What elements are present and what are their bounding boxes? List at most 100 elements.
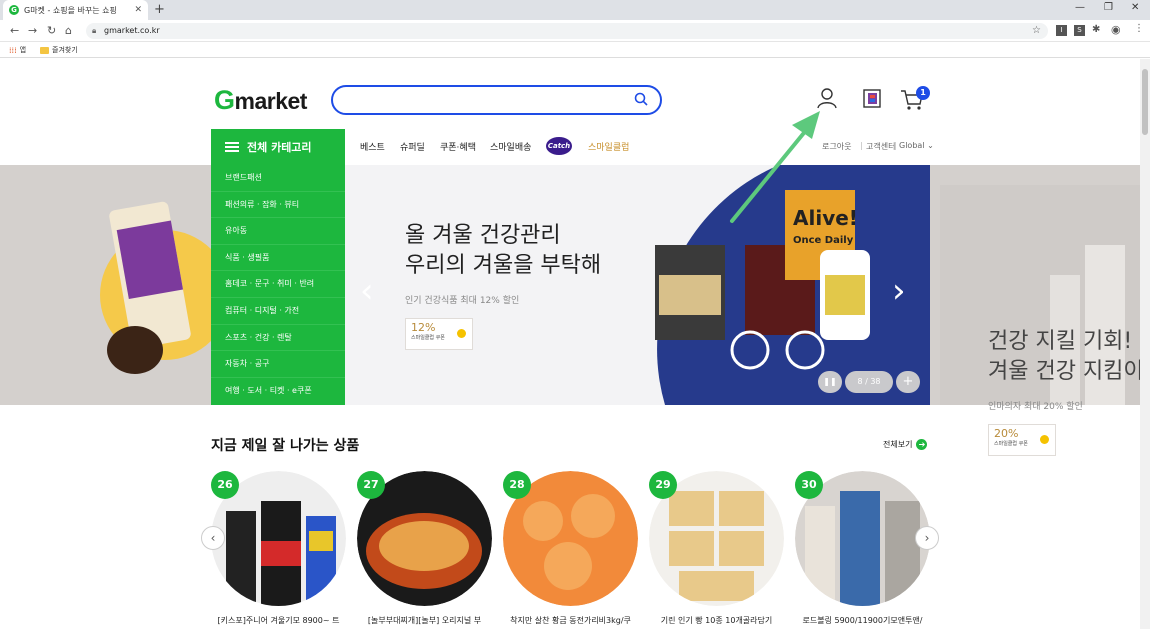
home-icon[interactable]: ⌂ <box>65 24 72 37</box>
recent-items-icon[interactable] <box>862 87 884 109</box>
address-bar-row: ← → ↻ ⌂ 🔒︎ gmarket.co.kr ☆ I S ✱ ◉ ⋮ <box>0 20 1150 42</box>
gmarket-logo[interactable]: Gmarket <box>214 85 307 116</box>
extensions-puzzle-icon[interactable]: ✱ <box>1092 24 1100 35</box>
close-tab-icon[interactable]: ✕ <box>134 5 142 15</box>
arrow-right-icon: ➔ <box>916 439 928 450</box>
hero-title: 올 겨울 건강관리 우리의 겨울을 부탁해 <box>405 221 601 281</box>
bookmark-favorites[interactable]: 즐겨찾기 <box>40 45 78 55</box>
next-banner-title-line: 건강 지킬 기회! <box>988 329 1133 354</box>
restore-icon[interactable]: ❐ <box>1104 2 1113 13</box>
next-coupon-badge: 20% 스마일클럽 쿠폰 <box>988 424 1056 456</box>
hero-pager: ❚❚ 8 / 38 + <box>818 371 920 393</box>
rank-badge: 30 <box>795 471 823 499</box>
chevron-right-icon: › <box>924 531 930 545</box>
coupon-value: 12% <box>411 321 436 334</box>
rank-badge: 28 <box>503 471 531 499</box>
expand-plus-icon[interactable]: + <box>896 371 920 393</box>
category-item[interactable]: 브랜드패션 <box>211 165 345 192</box>
scrollbar-thumb[interactable] <box>1142 69 1148 135</box>
global-label: Global <box>899 141 925 150</box>
browser-tab-bar: G G마켓 - 쇼핑을 바꾸는 쇼핑 ✕ + — ❐ ✕ <box>0 0 1150 20</box>
all-categories-button[interactable]: 전체 카테고리 <box>211 129 345 165</box>
product-name[interactable]: [키스포]주니어 겨울기모 8900~ 트 <box>211 615 346 626</box>
search-input[interactable] <box>331 85 662 115</box>
extension-icon[interactable]: I <box>1056 25 1067 36</box>
rank-badge: 26 <box>211 471 239 499</box>
all-categories-label: 전체 카테고리 <box>247 141 312 154</box>
new-tab-icon[interactable]: + <box>154 2 165 17</box>
bookmark-apps[interactable]: ⁞⁞⁞ 앱 <box>9 45 26 55</box>
category-item[interactable]: 여행 · 도서 · 티켓 · e쿠폰 <box>211 378 345 405</box>
bookmarks-bar: ⁞⁞⁞ 앱 즐겨찾기 <box>0 42 1150 58</box>
nav-catch-logo[interactable]: Catch <box>546 137 572 155</box>
view-all-link[interactable]: 전체보기 ➔ <box>883 439 928 450</box>
cart-count-badge: 1 <box>916 86 930 100</box>
product-name[interactable]: 로드볼링 5900/11900기모앤투앤/ <box>795 615 930 626</box>
customer-center-link[interactable]: 고객센터 <box>866 141 895 152</box>
coupon-badge: 12% 스마일클럽 쿠폰 <box>405 318 473 350</box>
minimize-icon[interactable]: — <box>1075 2 1085 13</box>
page-scrollbar[interactable] <box>1140 59 1150 629</box>
search-icon[interactable] <box>634 92 648 106</box>
section-title: 지금 제일 잘 나가는 상품 <box>211 438 360 454</box>
next-banner-subtitle: 인마의자 최대 20% 할인 <box>988 402 1083 412</box>
category-item[interactable]: 유아동 <box>211 218 345 245</box>
util-divider: | <box>860 141 863 150</box>
util-divider: | <box>894 141 897 150</box>
coupon-logo-icon <box>1040 435 1049 444</box>
category-item[interactable]: 스포츠 · 건강 · 렌탈 <box>211 325 345 352</box>
view-all-label: 전체보기 <box>883 440 913 449</box>
next-banner-title: 건강 지킬 기회! 겨울 건강 지킴이 <box>988 327 1140 387</box>
product-name[interactable]: [놀부부대찌개][놀부] 오리지널 부 <box>357 615 492 626</box>
product-name[interactable]: 기린 인기 빵 10종 10개골라담기 <box>649 615 784 626</box>
url-text: gmarket.co.kr <box>104 26 160 35</box>
pause-icon[interactable]: ❚❚ <box>818 371 842 393</box>
folder-icon <box>40 46 49 54</box>
category-list: 브랜드패션 패션의류 · 잡화 · 뷰티 유아동 식품 · 생필품 홈데코 · … <box>211 165 345 405</box>
nav-smile-delivery[interactable]: 스마일배송 <box>490 140 531 153</box>
browser-tab[interactable]: G G마켓 - 쇼핑을 바꾸는 쇼핑 ✕ <box>3 0 148 20</box>
category-item[interactable]: 자동차 · 공구 <box>211 351 345 378</box>
menu-kebab-icon[interactable]: ⋮ <box>1134 23 1144 34</box>
gmarket-favicon-icon: G <box>9 5 19 15</box>
coupon-logo-icon <box>457 329 466 338</box>
category-item[interactable]: 패션의류 · 잡화 · 뷰티 <box>211 192 345 219</box>
coupon-value: 20% <box>994 427 1019 440</box>
back-icon[interactable]: ← <box>10 24 19 37</box>
logo-g: G <box>214 85 235 115</box>
reload-icon[interactable]: ↻ <box>47 24 56 37</box>
chevron-left-icon: ‹ <box>210 531 216 545</box>
nav-coupon[interactable]: 쿠폰·혜택 <box>440 140 476 153</box>
window-close-icon[interactable]: ✕ <box>1131 2 1139 13</box>
apps-grid-icon: ⁞⁞⁞ <box>9 45 17 55</box>
carousel-next-button[interactable]: › <box>915 526 939 550</box>
logo-text: market <box>234 88 308 114</box>
forward-icon[interactable]: → <box>28 24 37 37</box>
next-banner-title-line: 겨울 건강 지킴이 <box>988 359 1140 384</box>
carousel-prev-button[interactable]: ‹ <box>201 526 225 550</box>
hero-subtitle: 인기 건강식품 최대 12% 할인 <box>405 296 520 306</box>
hero-next-arrow-icon[interactable]: › <box>892 271 906 311</box>
extension-icon[interactable]: S <box>1074 25 1085 36</box>
profile-icon[interactable]: ◉ <box>1111 23 1121 36</box>
url-field[interactable]: 🔒︎ gmarket.co.kr <box>86 23 1048 39</box>
hero-title-line: 올 겨울 건강관리 <box>405 223 561 248</box>
gmarket-page: Gmarket 1 전체 카테고리 베스트 슈퍼딜 쿠폰·혜택 스마일배송 스마… <box>0 59 1140 629</box>
category-item[interactable]: 컴퓨터 · 디지털 · 가전 <box>211 298 345 325</box>
hamburger-icon <box>225 142 239 152</box>
global-link[interactable]: Global ⌄ <box>899 141 934 150</box>
hero-banner-slide[interactable]: Alive! Once Daily <box>345 165 930 405</box>
nav-smile-club[interactable]: 스마일클럽 <box>588 140 629 153</box>
product-name[interactable]: 착지만 살찬 황금 동전가리비3kg/쿠 <box>503 615 638 626</box>
slide-counter: 8 / 38 <box>845 371 893 393</box>
bookmark-star-icon[interactable]: ☆ <box>1032 25 1041 36</box>
nav-superdeal[interactable]: 슈퍼딜 <box>400 140 425 153</box>
chevron-down-icon: ⌄ <box>927 141 934 150</box>
category-item[interactable]: 식품 · 생필품 <box>211 245 345 272</box>
category-item[interactable]: 홈데코 · 문구 · 취미 · 반려 <box>211 271 345 298</box>
product-line-text: Once Daily <box>793 235 854 246</box>
bookmark-label: 앱 <box>19 46 27 54</box>
tab-title: G마켓 - 쇼핑을 바꾸는 쇼핑 <box>24 5 117 15</box>
hero-prev-arrow-icon[interactable]: ‹ <box>360 271 374 311</box>
nav-best[interactable]: 베스트 <box>360 140 385 153</box>
